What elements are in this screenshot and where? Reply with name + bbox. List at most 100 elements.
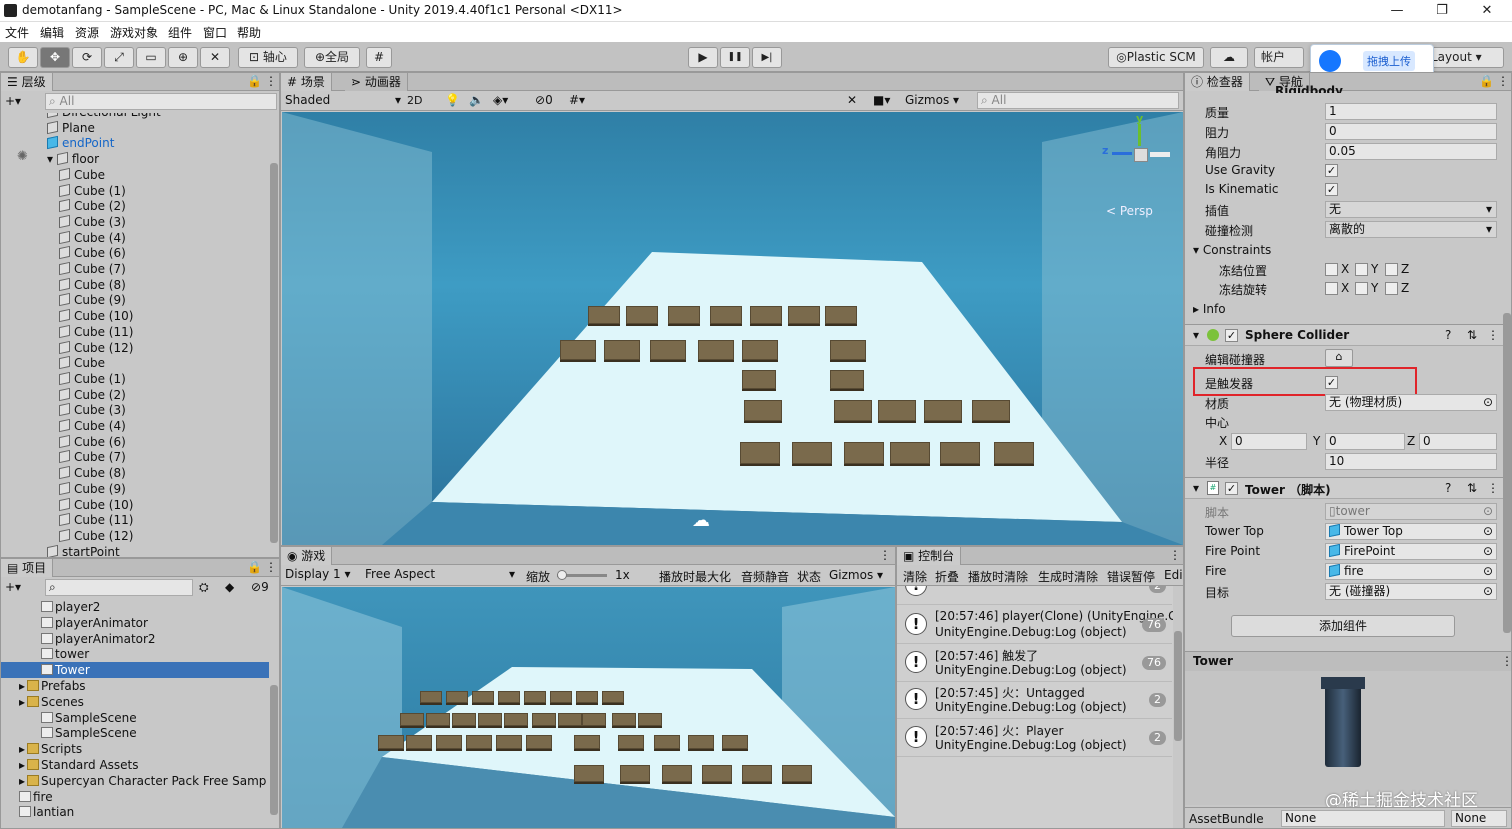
step-button[interactable]: ▶| <box>752 47 782 68</box>
orientation-gizmo[interactable]: y z <box>1102 112 1174 190</box>
floor-cube[interactable] <box>604 340 640 360</box>
tower-script-enabled-checkbox[interactable] <box>1225 482 1238 495</box>
menu-gameobject[interactable]: 游戏对象 <box>110 24 158 41</box>
floor-cube[interactable] <box>924 400 962 421</box>
project-item[interactable]: lantian <box>1 804 269 820</box>
menu-edit[interactable]: 编辑 <box>40 24 64 41</box>
floor-cube[interactable] <box>654 735 680 750</box>
floor-cube[interactable] <box>742 370 776 389</box>
project-add-icon[interactable]: +▾ <box>5 580 21 594</box>
project-lock-icon[interactable]: 🔒 <box>247 560 262 574</box>
tab-game[interactable]: ◉ 游戏 <box>281 547 333 565</box>
lock-icon[interactable]: 🔒 <box>247 74 262 88</box>
hierarchy-item[interactable]: Cube (9) <box>59 481 126 497</box>
freeze-rot-z-checkbox[interactable] <box>1385 282 1398 295</box>
menu-window[interactable]: 窗口 <box>203 24 227 41</box>
camera-icon[interactable]: ■▾ <box>873 93 890 107</box>
project-item[interactable]: ▸player2 <box>1 599 269 615</box>
floor-cube[interactable] <box>618 735 644 750</box>
fire-point-field[interactable]: FirePoint ⊙ <box>1325 543 1497 560</box>
menu-assets[interactable]: 资源 <box>75 24 99 41</box>
presets-icon[interactable]: ⇅ <box>1467 328 1477 342</box>
account-dropdown[interactable]: 帐户 <box>1254 47 1304 68</box>
inspector-scrollbar[interactable] <box>1503 313 1511 633</box>
floor-cube[interactable] <box>782 765 812 782</box>
hierarchy-item[interactable]: Cube (8) <box>59 465 126 481</box>
project-menu-icon[interactable]: ⋮ <box>265 560 277 574</box>
cloud-icon[interactable]: ☁ <box>1210 47 1248 68</box>
2d-toggle[interactable]: 2D <box>407 94 422 107</box>
lighting-icon[interactable]: 💡 <box>445 93 460 107</box>
hierarchy-item[interactable]: Cube (2) <box>59 198 126 214</box>
floor-cube[interactable] <box>496 735 522 750</box>
hierarchy-item[interactable]: Cube (7) <box>59 261 126 277</box>
floor-cube[interactable] <box>890 442 930 464</box>
grid-snap-icon[interactable]: # <box>366 47 392 68</box>
mute-audio-toggle[interactable]: 音频静音 <box>741 568 789 585</box>
gizmos-dropdown[interactable]: Gizmos ▾ <box>905 93 971 107</box>
clear-on-build-button[interactable]: 生成时清除 <box>1038 568 1098 585</box>
hierarchy-item[interactable]: Cube <box>59 167 105 183</box>
tower-script-header[interactable]: ▾ # Tower （脚本) ? ⇅ ⋮ <box>1185 477 1511 499</box>
preview-area[interactable] <box>1185 671 1511 805</box>
floor-cube[interactable] <box>626 306 658 324</box>
assetbundle-variant-dropdown[interactable]: None <box>1451 810 1507 827</box>
tower-script-foldout-icon[interactable]: ▾ <box>1193 481 1199 495</box>
project-item[interactable]: ▸ Standard Assets <box>1 757 269 773</box>
floor-cube[interactable] <box>688 735 714 750</box>
project-item[interactable]: ▸tower <box>1 646 269 662</box>
hierarchy-item[interactable]: Cube (8) <box>59 277 126 293</box>
sphere-collider-enabled-checkbox[interactable] <box>1225 329 1238 342</box>
floor-cube[interactable] <box>972 400 1010 421</box>
floor-cube[interactable] <box>650 340 686 360</box>
audio-icon[interactable]: 🔈 <box>469 93 484 107</box>
tab-inspector[interactable]: ⓘ 检查器 <box>1185 73 1250 91</box>
help-icon[interactable]: ? <box>1445 328 1451 342</box>
floor-cube[interactable] <box>825 306 857 324</box>
fire-field[interactable]: fire ⊙ <box>1325 563 1497 580</box>
material-field[interactable]: 无 (物理材质) ⊙ <box>1325 394 1497 411</box>
floor-cube[interactable] <box>668 306 700 324</box>
freeze-pos-x-checkbox[interactable] <box>1325 263 1338 276</box>
floor-cube[interactable] <box>532 713 556 727</box>
hierarchy-item[interactable]: Cube (4) <box>59 230 126 246</box>
sphere-collider-foldout-icon[interactable]: ▾ <box>1193 328 1199 342</box>
inspector-lock-icon[interactable]: 🔒 <box>1479 74 1494 88</box>
project-item[interactable]: ▸ Scripts <box>1 741 269 757</box>
hierarchy-item[interactable]: Cube (6) <box>59 434 126 450</box>
transform-tool-icon[interactable]: ⊕ <box>168 47 198 68</box>
freeze-rot-y-checkbox[interactable] <box>1355 282 1368 295</box>
hierarchy-item[interactable]: Cube (4) <box>59 418 126 434</box>
tab-scene[interactable]: # 场景 <box>281 73 332 91</box>
freeze-rot-x-checkbox[interactable] <box>1325 282 1338 295</box>
clear-on-play-button[interactable]: 播放时清除 <box>968 568 1028 585</box>
floor-cube[interactable] <box>574 765 604 782</box>
hierarchy-item[interactable]: Cube (10) <box>59 308 133 324</box>
target-field[interactable]: 无 (碰撞器) ⊙ <box>1325 583 1497 600</box>
project-item[interactable]: ▸playerAnimator2 <box>1 631 269 647</box>
floor-cube[interactable] <box>420 691 442 704</box>
tab-project[interactable]: ▤ 项目 <box>1 559 54 577</box>
hierarchy-item[interactable]: Cube (7) <box>59 449 126 465</box>
floor-cube[interactable] <box>582 713 606 727</box>
menu-component[interactable]: 组件 <box>168 24 192 41</box>
project-item[interactable]: fire <box>1 789 269 805</box>
tab-hierarchy[interactable]: ☰ 层级 <box>1 73 53 91</box>
scene-viewport[interactable]: y z < Persp ☁ <box>282 112 1183 545</box>
project-scrollbar[interactable] <box>270 685 278 815</box>
menu-file[interactable]: 文件 <box>5 24 29 41</box>
hierarchy-scrollbar[interactable] <box>270 163 278 543</box>
add-icon[interactable]: +▾ <box>5 94 21 108</box>
floor-cube[interactable] <box>788 306 820 324</box>
assetbundle-dropdown[interactable]: None <box>1281 810 1445 827</box>
console-scrollbar[interactable] <box>1174 631 1182 741</box>
floor-cube[interactable] <box>698 340 734 360</box>
menu-help[interactable]: 帮助 <box>237 24 261 41</box>
project-search-input[interactable]: ⌕ <box>45 579 193 596</box>
preview-menu-icon[interactable]: ⋮ <box>1501 654 1511 668</box>
floor-cube[interactable] <box>524 691 546 704</box>
floor-cube[interactable] <box>452 713 476 727</box>
console-log-row[interactable]: ! [20:57:45] 火：Untagged UnityEngine.Debug:… <box>897 682 1172 719</box>
hierarchy-item[interactable]: startPoint <box>47 544 120 557</box>
plastic-scm-button[interactable]: ◎Plastic SCM <box>1108 47 1204 68</box>
